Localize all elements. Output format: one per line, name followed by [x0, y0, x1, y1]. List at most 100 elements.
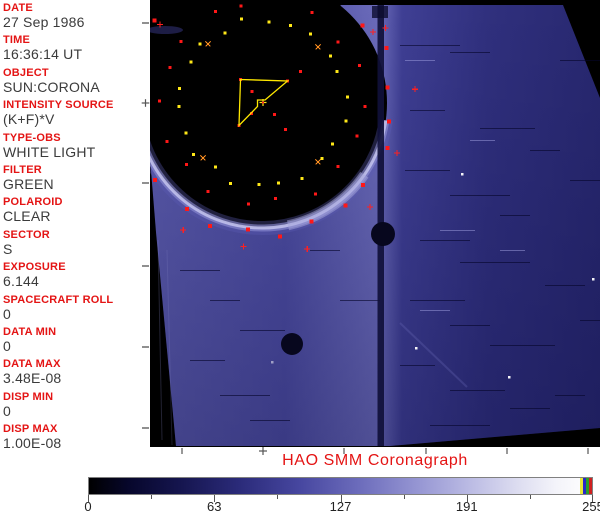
- colorbar-tick-label: 191: [455, 499, 478, 512]
- star-point: [508, 376, 511, 379]
- sidebar-field-label: SPACECRAFT ROLL: [3, 293, 114, 306]
- left-axis-ticks: [141, 22, 150, 429]
- scratch-streak: [310, 250, 340, 251]
- sidebar-field-value: WHITE LIGHT: [3, 143, 96, 160]
- scratch-streak: [420, 310, 450, 311]
- scratch-streak: [580, 320, 600, 321]
- sidebar-field-label: EXPOSURE: [3, 261, 66, 274]
- sidebar-field-label: TIME: [3, 34, 31, 47]
- scratch-streak: [500, 215, 530, 216]
- scratch-streak: [450, 325, 490, 326]
- scratch-streak: [500, 250, 525, 251]
- sidebar-field: INTENSITY SOURCE (K+F)*V: [3, 99, 149, 128]
- sidebar-field: DATA MIN 0: [3, 326, 149, 355]
- image-title: HAO SMM Coronagraph: [282, 452, 468, 469]
- sidebar-field-label: FILTER: [3, 164, 42, 176]
- sidebar-field-label: OBJECT: [3, 66, 49, 79]
- dark-blob: [371, 222, 395, 246]
- sidebar-field: DATE 27 Sep 1986: [3, 2, 149, 31]
- scratch-streak: [420, 240, 470, 241]
- colorbar-scale-labels: 0 63 127 191 255: [84, 499, 600, 512]
- sidebar-field-label: POLAROID: [3, 196, 63, 209]
- scratch-streak: [470, 140, 495, 141]
- colorbar-tick-label: 127: [329, 499, 352, 512]
- scratch-streak: [440, 230, 475, 231]
- sidebar-field-value: (K+F)*V: [3, 111, 55, 128]
- sidebar-field: OBJECT SUN:CORONA: [3, 67, 149, 96]
- star-point: [461, 173, 464, 176]
- sidebar-field: DATA MAX 3.48E-08: [3, 358, 149, 387]
- sidebar-field-label: TYPE-OBS: [3, 131, 61, 144]
- sidebar-field-value: 6.144: [3, 273, 40, 290]
- scratch-streak: [240, 330, 285, 331]
- sidebar-field-value: 0: [3, 305, 11, 322]
- sidebar-field-value: GREEN: [3, 176, 54, 192]
- colorbar-stripes: [580, 478, 592, 494]
- sidebar-field: DISP MAX 1.00E-08: [3, 423, 149, 452]
- sidebar-field: DISP MIN 0: [3, 391, 149, 420]
- scratch-streak: [490, 345, 555, 346]
- center-marker: [262, 101, 264, 104]
- scratch-streak: [405, 60, 435, 61]
- colorbar-tick-label: 0: [84, 499, 92, 512]
- scratch-streak: [450, 52, 490, 53]
- scratch-streak: [545, 285, 585, 286]
- scratch-streak: [560, 60, 600, 61]
- scratch-streak: [400, 45, 460, 46]
- colorbar: [88, 477, 593, 495]
- scratch-streak: [405, 170, 450, 171]
- scratch-streak: [340, 300, 380, 301]
- sidebar-field: SPACECRAFT ROLL 0: [3, 294, 149, 323]
- scratch-streak: [410, 110, 445, 111]
- scratch-streak: [450, 195, 510, 196]
- sidebar-field-label: DISP MIN: [3, 390, 54, 403]
- colorbar-tick-label: 255: [582, 499, 600, 512]
- coronagraph-viewer: DATE 27 Sep 1986 TIME 16:36:14 UT OBJECT SUN:…: [0, 0, 600, 512]
- sidebar-field-value: SUN:CORONA: [3, 78, 100, 95]
- sidebar-field-label: DATA MIN: [3, 326, 57, 338]
- sidebar-field-label: SECTOR: [3, 228, 50, 241]
- scratch-streak: [250, 420, 290, 421]
- colorbar-gradient: [89, 478, 592, 494]
- metadata-sidebar: DATE 27 Sep 1986 TIME 16:36:14 UT OBJECT SUN:…: [0, 0, 150, 455]
- scratch-streak: [410, 300, 465, 301]
- coronagraph-image: [150, 0, 600, 456]
- sidebar-field: TYPE-OBS WHITE LIGHT: [3, 132, 149, 161]
- sidebar-field: SECTOR S: [3, 229, 149, 258]
- colorbar-tick-label: 63: [207, 499, 222, 512]
- sidebar-field-value: CLEAR: [3, 208, 51, 225]
- sidebar-field: TIME 16:36:14 UT: [3, 34, 149, 63]
- scratch-streak: [180, 270, 220, 271]
- scratch-streak: [530, 150, 560, 151]
- scratch-streak: [220, 395, 270, 396]
- sidebar-field-value: 1.00E-08: [3, 435, 62, 452]
- sidebar-field-value: 0: [3, 402, 11, 419]
- dark-blob: [281, 333, 303, 355]
- sidebar-field-value: S: [3, 240, 13, 257]
- scratch-streak: [190, 360, 225, 361]
- colorbar-stripe: [589, 478, 592, 494]
- sidebar-field: EXPOSURE 6.144: [3, 261, 149, 290]
- sidebar-field-value: 27 Sep 1986: [3, 14, 85, 30]
- sidebar-field: POLAROID CLEAR: [3, 196, 149, 225]
- scratch-streak: [480, 128, 535, 129]
- scratch-streak: [450, 390, 505, 391]
- star-point: [415, 347, 418, 350]
- sidebar-field-value: 3.48E-08: [3, 370, 62, 387]
- sidebar-field-value: 16:36:14 UT: [3, 46, 83, 63]
- star-point: [271, 361, 274, 364]
- scratch-streak: [510, 408, 550, 409]
- star-point: [592, 278, 595, 281]
- sidebar-field-label: DISP MAX: [3, 423, 58, 436]
- scratch-streak: [570, 180, 600, 181]
- sidebar-field-label: INTENSITY SOURCE: [3, 99, 114, 112]
- sidebar-field: FILTER GREEN: [3, 164, 149, 193]
- sidebar-field-value: 0: [3, 338, 11, 354]
- scratch-streak: [430, 425, 490, 426]
- scratch-streak: [460, 262, 530, 263]
- scratch-streak: [555, 395, 585, 396]
- scratch-streak: [400, 365, 435, 366]
- sidebar-field-label: DATA MAX: [3, 358, 61, 371]
- sidebar-field-label: DATE: [3, 2, 33, 14]
- scratch-streak: [210, 300, 240, 301]
